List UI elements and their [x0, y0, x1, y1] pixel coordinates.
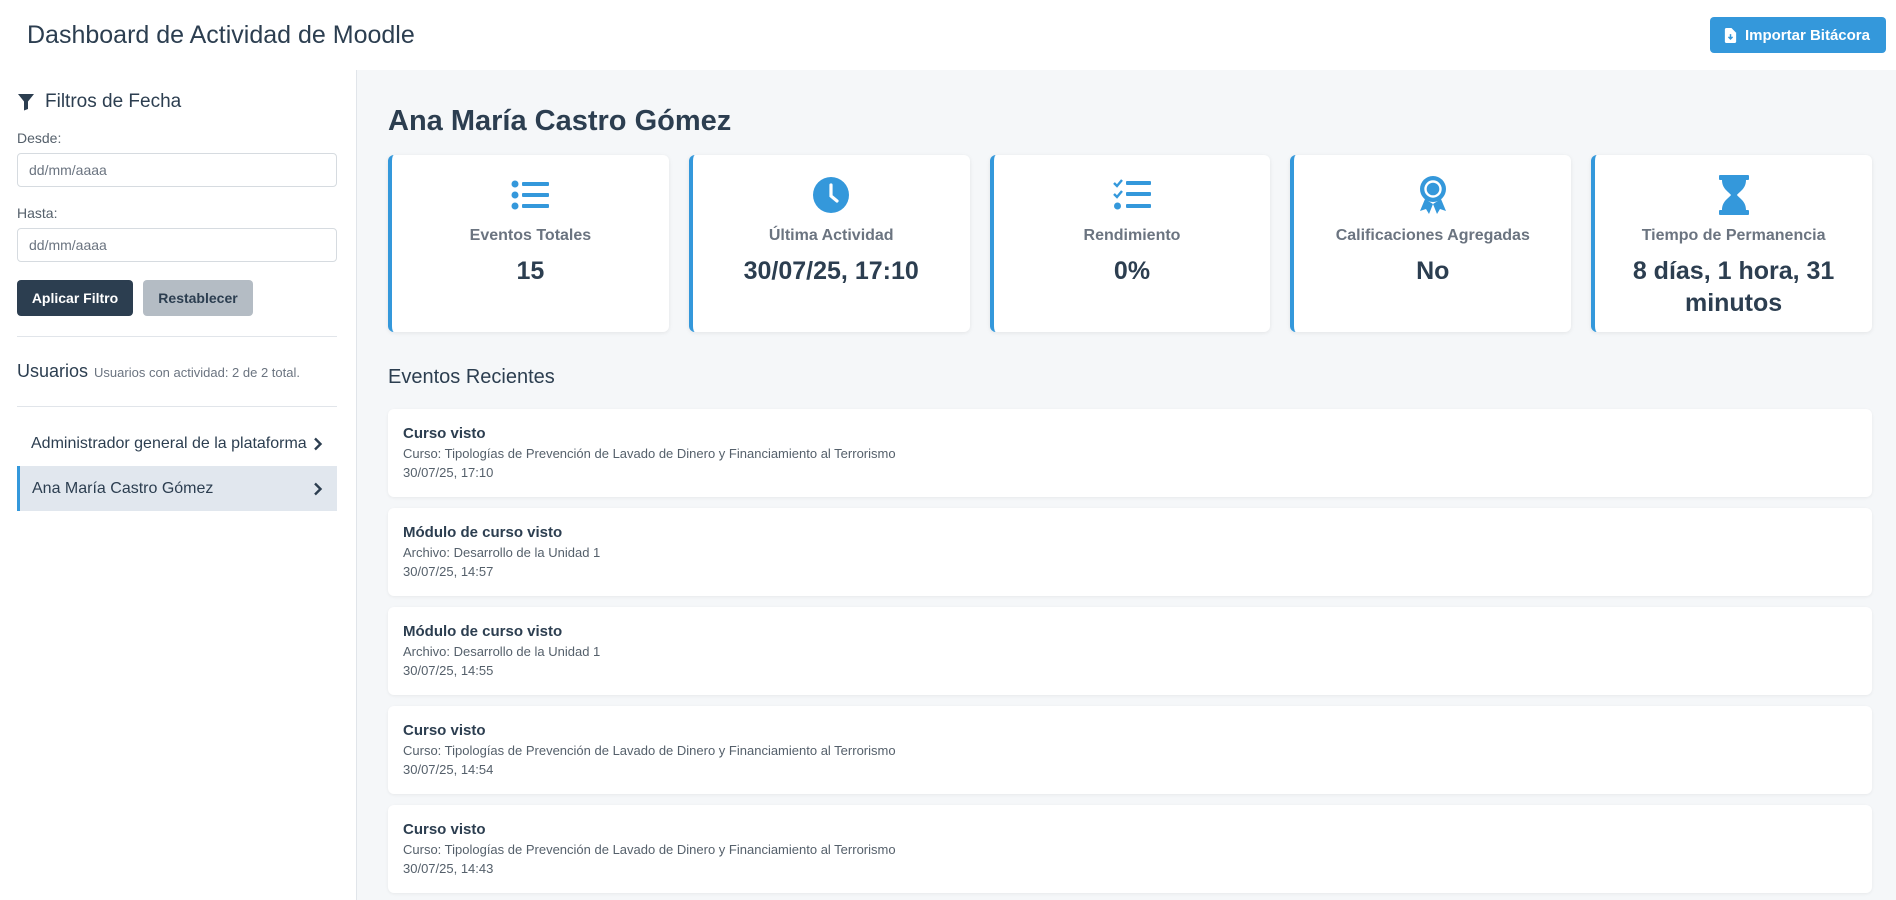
user-list: Administrador general de la plataforma A… — [17, 421, 337, 511]
event-time: 30/07/25, 14:55 — [403, 663, 494, 678]
event-item: Curso visto Curso: Tipologías de Prevenc… — [388, 409, 1872, 497]
checklist-icon — [1112, 175, 1152, 215]
chevron-right-icon — [314, 482, 323, 495]
divider — [17, 406, 337, 407]
clock-icon — [811, 175, 851, 215]
apply-filter-button[interactable]: Aplicar Filtro — [17, 280, 133, 316]
stat-value: 30/07/25, 17:10 — [743, 257, 919, 285]
stat-label: Rendimiento — [1083, 227, 1181, 244]
filter-icon — [18, 94, 34, 111]
event-item: Módulo de curso visto Archivo: Desarroll… — [388, 508, 1872, 596]
user-name-label: Administrador general de la plataforma — [31, 434, 307, 452]
filter-actions: Aplicar Filtro Restablecer — [17, 280, 336, 316]
hourglass-icon — [1714, 175, 1754, 215]
event-title: Curso visto — [403, 722, 486, 739]
event-time: 30/07/25, 14:57 — [403, 564, 494, 579]
to-date-input[interactable]: dd/mm/aaaa — [17, 228, 337, 262]
to-date-label: Hasta: — [17, 205, 58, 221]
stat-label: Calificaciones Agregadas — [1335, 227, 1530, 244]
event-detail: Curso: Tipologías de Prevención de Lavad… — [403, 446, 896, 461]
reset-filter-button[interactable]: Restablecer — [143, 280, 253, 316]
event-time: 30/07/25, 17:10 — [403, 465, 494, 480]
import-log-label: Importar Bitácora — [1744, 26, 1870, 44]
event-title: Módulo de curso visto — [403, 524, 563, 541]
stat-value: 0% — [1113, 257, 1151, 285]
app-title: Dashboard de Actividad de Moodle — [27, 20, 415, 49]
stat-value: 15 — [516, 257, 545, 285]
event-detail: Archivo: Desarrollo de la Unidad 1 — [403, 545, 601, 560]
users-header: Usuarios Usuarios con actividad: 2 de 2 … — [17, 337, 336, 406]
event-title: Curso visto — [403, 425, 486, 442]
stat-card-grades: Calificaciones Agregadas No — [1290, 155, 1572, 332]
event-time: 30/07/25, 14:43 — [403, 861, 494, 876]
user-list-item-active[interactable]: Ana María Castro Gómez — [17, 466, 337, 511]
chevron-right-icon — [314, 437, 323, 450]
stat-label: Última Actividad — [768, 227, 894, 244]
from-date-input[interactable]: dd/mm/aaaa — [17, 153, 337, 187]
event-item: Curso visto Curso: Tipologías de Prevenc… — [388, 706, 1872, 794]
users-title: Usuarios — [17, 361, 89, 381]
event-item: Módulo de curso visto Archivo: Desarroll… — [388, 607, 1872, 695]
file-import-icon — [1724, 27, 1737, 43]
stat-card-last-activity: Última Actividad 30/07/25, 17:10 — [688, 155, 970, 332]
from-date-label: Desde: — [17, 130, 62, 146]
selected-user-name: Ana María Castro Gómez — [388, 105, 732, 137]
event-item: Curso visto Curso: Tipologías de Prevenc… — [388, 805, 1872, 893]
users-count: Usuarios con actividad: 2 de 2 total. — [94, 365, 300, 380]
date-filters-title: Filtros de Fecha — [45, 91, 182, 112]
event-title: Curso visto — [403, 821, 486, 838]
stats-row: Eventos Totales 15 Última Actividad 30/0… — [388, 155, 1872, 332]
award-icon — [1413, 175, 1453, 215]
stat-value: No — [1416, 257, 1450, 285]
sidebar: Filtros de Fecha Desde: dd/mm/aaaa Hasta… — [0, 70, 357, 900]
stat-label: Eventos Totales — [469, 227, 592, 244]
user-name-label: Ana María Castro Gómez — [32, 479, 214, 497]
event-time: 30/07/25, 14:54 — [403, 762, 494, 777]
stat-label: Tiempo de Permanencia — [1641, 227, 1826, 244]
event-detail: Curso: Tipologías de Prevención de Lavad… — [403, 743, 896, 758]
recent-events-title: Eventos Recientes — [388, 366, 555, 388]
top-bar: Dashboard de Actividad de Moodle Importa… — [0, 0, 1896, 70]
import-log-button[interactable]: Importar Bitácora — [1709, 17, 1886, 53]
event-detail: Curso: Tipologías de Prevención de Lavad… — [403, 842, 896, 857]
user-list-item[interactable]: Administrador general de la plataforma — [17, 421, 337, 466]
date-filters-heading: Filtros de Fecha — [17, 90, 336, 114]
stat-card-time-spent: Tiempo de Permanencia 8 días, 1 hora, 31… — [1591, 155, 1872, 332]
event-title: Módulo de curso visto — [403, 623, 563, 640]
main-content: Ana María Castro Gómez Eventos Totales 1… — [357, 70, 1896, 900]
stat-card-total-events: Eventos Totales 15 — [388, 155, 669, 332]
event-detail: Archivo: Desarrollo de la Unidad 1 — [403, 644, 601, 659]
list-icon — [510, 175, 550, 215]
stat-value: 8 días, 1 hora, 31 minutos — [1632, 257, 1835, 317]
stat-card-performance: Rendimiento 0% — [989, 155, 1271, 332]
recent-events-list: Curso visto Curso: Tipologías de Prevenc… — [388, 409, 1872, 893]
